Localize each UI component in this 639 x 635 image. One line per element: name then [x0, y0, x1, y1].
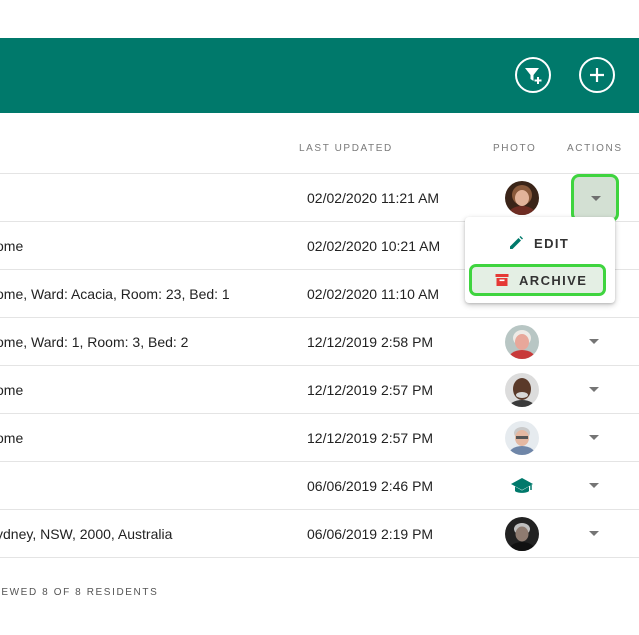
row-location: ome, Ward: Acacia, Room: 23, Bed: 1: [0, 286, 230, 302]
column-header-photo: PHOTO: [493, 143, 537, 154]
table-row[interactable]: ome 12/12/2019 2:57 PM: [0, 413, 639, 462]
avatar: [505, 325, 539, 359]
row-actions-dropdown[interactable]: [589, 435, 599, 440]
table-row[interactable]: 06/06/2019 2:46 PM: [0, 461, 639, 510]
menu-item-archive[interactable]: ARCHIVE: [469, 264, 606, 296]
avatar: [505, 421, 539, 455]
avatar: [505, 181, 539, 215]
row-location: ome: [0, 238, 24, 254]
table-bottom-divider: [0, 557, 639, 558]
filter-add-icon: [525, 68, 542, 84]
row-location: ome: [0, 382, 24, 398]
avatar: [505, 373, 539, 407]
row-last-updated: 06/06/2019 2:46 PM: [307, 478, 434, 494]
pagination-summary: IEWED 8 OF 8 RESIDENTS: [0, 587, 159, 598]
table-row[interactable]: ome, Ward: 1, Room: 3, Bed: 2 12/12/2019…: [0, 317, 639, 366]
row-last-updated: 12/12/2019 2:58 PM: [307, 334, 434, 350]
menu-item-archive-label: ARCHIVE: [519, 272, 588, 288]
graduation-cap-icon: [510, 476, 534, 496]
table-row[interactable]: 02/02/2020 11:21 AM: [0, 173, 639, 222]
archive-icon: [495, 274, 509, 286]
menu-item-edit[interactable]: EDIT: [508, 234, 569, 252]
add-filter-button[interactable]: [515, 57, 551, 93]
column-header-actions: ACTIONS: [567, 143, 623, 154]
app-bar: [0, 38, 639, 113]
avatar: [505, 517, 539, 551]
actions-menu: EDIT ARCHIVE: [465, 217, 615, 303]
table-row[interactable]: ydney, NSW, 2000, Australia 06/06/2019 2…: [0, 509, 639, 558]
row-actions-dropdown[interactable]: [589, 483, 599, 488]
row-last-updated: 12/12/2019 2:57 PM: [307, 382, 434, 398]
column-header-last-updated[interactable]: LAST UPDATED: [299, 143, 393, 154]
plus-icon: [590, 68, 604, 82]
add-resident-button[interactable]: [579, 57, 615, 93]
row-actions-dropdown[interactable]: [589, 531, 599, 536]
row-location: ome: [0, 430, 24, 446]
pencil-icon: [510, 236, 523, 249]
row-last-updated: 02/02/2020 10:21 AM: [307, 238, 441, 254]
row-location: ome, Ward: 1, Room: 3, Bed: 2: [0, 334, 189, 350]
row-actions-dropdown-open[interactable]: [571, 174, 619, 222]
table-row[interactable]: ome 12/12/2019 2:57 PM: [0, 365, 639, 414]
row-last-updated: 12/12/2019 2:57 PM: [307, 430, 434, 446]
row-actions-dropdown[interactable]: [589, 387, 599, 392]
row-last-updated: 06/06/2019 2:19 PM: [307, 526, 434, 542]
row-last-updated: 02/02/2020 11:21 AM: [307, 190, 440, 206]
menu-item-edit-label: EDIT: [534, 235, 570, 251]
row-last-updated: 02/02/2020 11:10 AM: [307, 286, 440, 302]
row-actions-dropdown[interactable]: [589, 339, 599, 344]
row-location: ydney, NSW, 2000, Australia: [0, 526, 173, 542]
